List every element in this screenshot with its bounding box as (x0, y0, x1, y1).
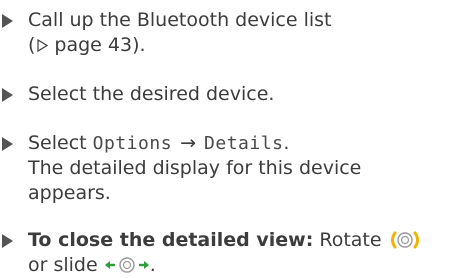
step-result-line-1: The detailed display for this device (28, 157, 362, 179)
step-result-line-2: appears. (28, 182, 111, 204)
controller-rotate-icon (390, 231, 419, 249)
page-ref-text: page 43). (54, 34, 146, 56)
controller-slide-left-right-icon (104, 257, 149, 273)
step-bullet-icon (2, 234, 13, 248)
step-select-device: Select the desired device. (0, 82, 457, 107)
page-ref-open-paren: ( (28, 34, 36, 56)
step-select-details: Select Options → Details. The detailed d… (0, 131, 457, 206)
step-bullet-icon (2, 137, 13, 151)
step-instruction-line-2: or slide . (28, 253, 457, 278)
step-call-up-device-list: Call up the Bluetooth device list ( page … (0, 8, 457, 58)
menu-item-details: Details (204, 133, 284, 154)
step-instruction: To close the detailed view: Rotate (28, 228, 457, 253)
menu-path-arrow: → (180, 132, 196, 154)
step-bullet-icon (2, 14, 13, 28)
menu-item-options: Options (92, 133, 173, 154)
sentence-period: . (149, 254, 156, 276)
slide-text: or slide (28, 254, 98, 276)
page-reference-triangle-icon (37, 39, 49, 52)
step-text: Call up the Bluetooth device list (28, 9, 332, 31)
step-text: Select the desired device. (28, 83, 275, 105)
step-close-detailed-view: To close the detailed view: Rotate or sl… (0, 228, 457, 278)
step-instruction: Select Options → Details. (28, 131, 457, 156)
rotate-text: Rotate (319, 229, 382, 251)
select-label: Select (28, 132, 87, 154)
page-reference: ( page 43). (28, 33, 457, 58)
instruction-heading: To close the detailed view: (28, 229, 314, 251)
step-bullet-icon (2, 88, 13, 102)
sentence-period: . (283, 132, 290, 154)
